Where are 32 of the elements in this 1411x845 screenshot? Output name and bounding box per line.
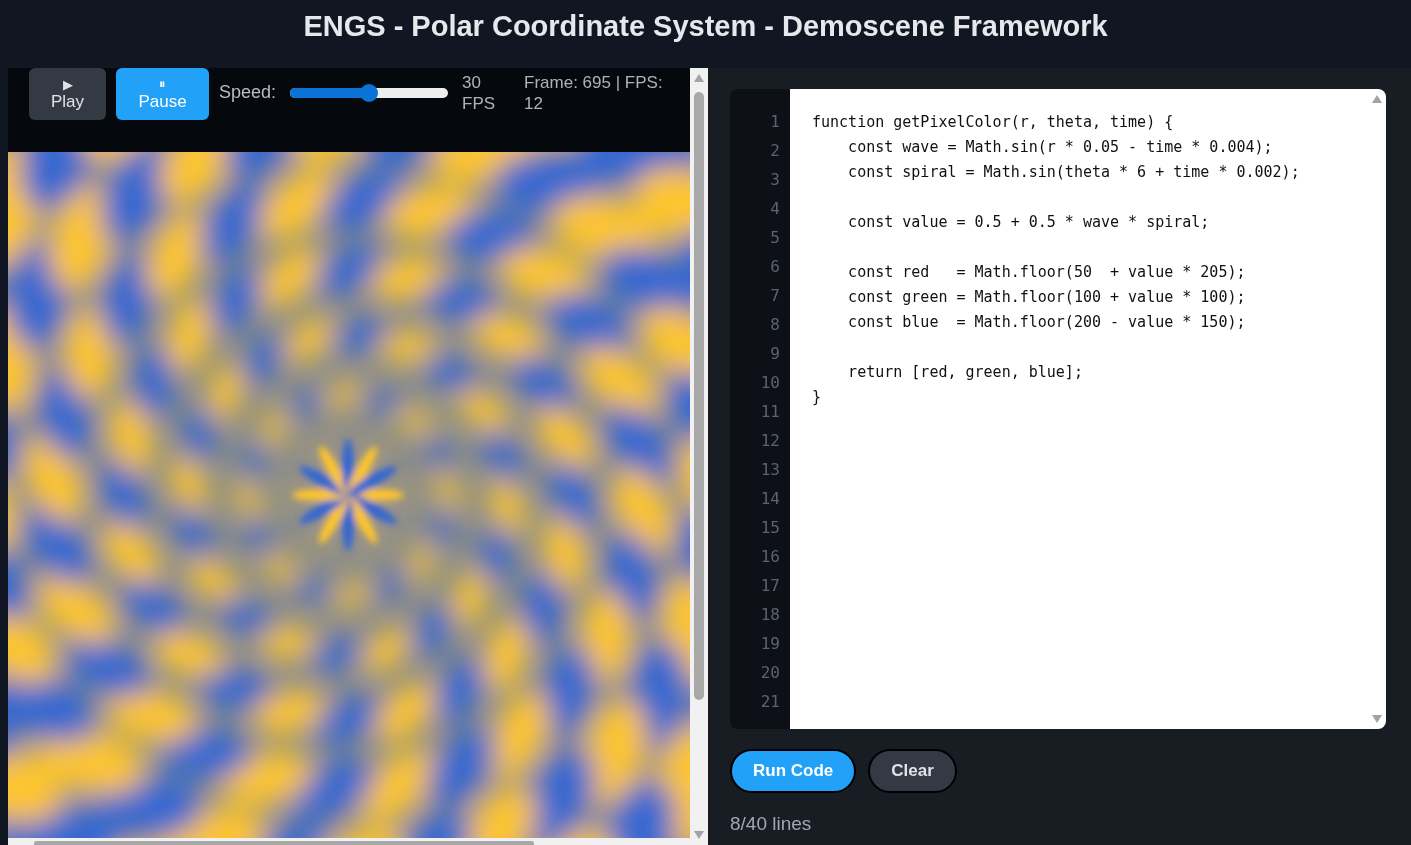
line-number: 14 (759, 488, 781, 510)
line-number: 11 (759, 401, 781, 423)
vertical-scrollbar[interactable] (690, 68, 708, 845)
line-number: 21 (759, 691, 781, 713)
line-number: 8 (769, 314, 781, 336)
line-number: 12 (759, 430, 781, 452)
line-number: 5 (769, 227, 781, 249)
line-number: 19 (759, 633, 781, 655)
line-number: 1 (769, 111, 781, 133)
horizontal-scrollbar[interactable] (8, 838, 690, 845)
code-editor[interactable] (790, 89, 1386, 729)
page-title: ENGS - Polar Coordinate System - Demoscene Framework (303, 9, 1108, 43)
line-number: 17 (759, 575, 781, 597)
line-number: 15 (759, 517, 781, 539)
line-number: 13 (759, 459, 781, 481)
line-number: 2 (769, 140, 781, 162)
line-number: 10 (759, 372, 781, 394)
line-number: 20 (759, 662, 781, 684)
line-count: 8/40 lines (730, 813, 813, 835)
line-number: 16 (759, 546, 781, 568)
line-number: 7 (769, 285, 781, 307)
speed-label: Speed: (219, 82, 277, 103)
frame-stats: Frame: 695 | FPS: 12 (524, 72, 664, 114)
code-text: function getPixelColor(r, theta, time) { const wave = Math.sin(r * 0.05 - time * 0.004); const spiral = Math.sin(theta * 6 + time * 0.002); const value = 0.5 + 0.5 * wave * spiral; const red = Math.floor(50 + value * 205); const green = Math.floor(100 + value * 100); const blue = Math.floor(200 - value * 150); return [red, green, blue]; } (812, 112, 1300, 408)
speed-reading: 30 FPS (462, 72, 497, 114)
line-number: 18 (759, 604, 781, 626)
line-number: 3 (769, 169, 781, 191)
play-button[interactable]: ▶ Play (29, 68, 106, 120)
line-number: 4 (769, 198, 781, 220)
line-number: 9 (769, 343, 781, 365)
line-number: 6 (769, 256, 781, 278)
clear-button[interactable]: Clear (868, 749, 957, 793)
